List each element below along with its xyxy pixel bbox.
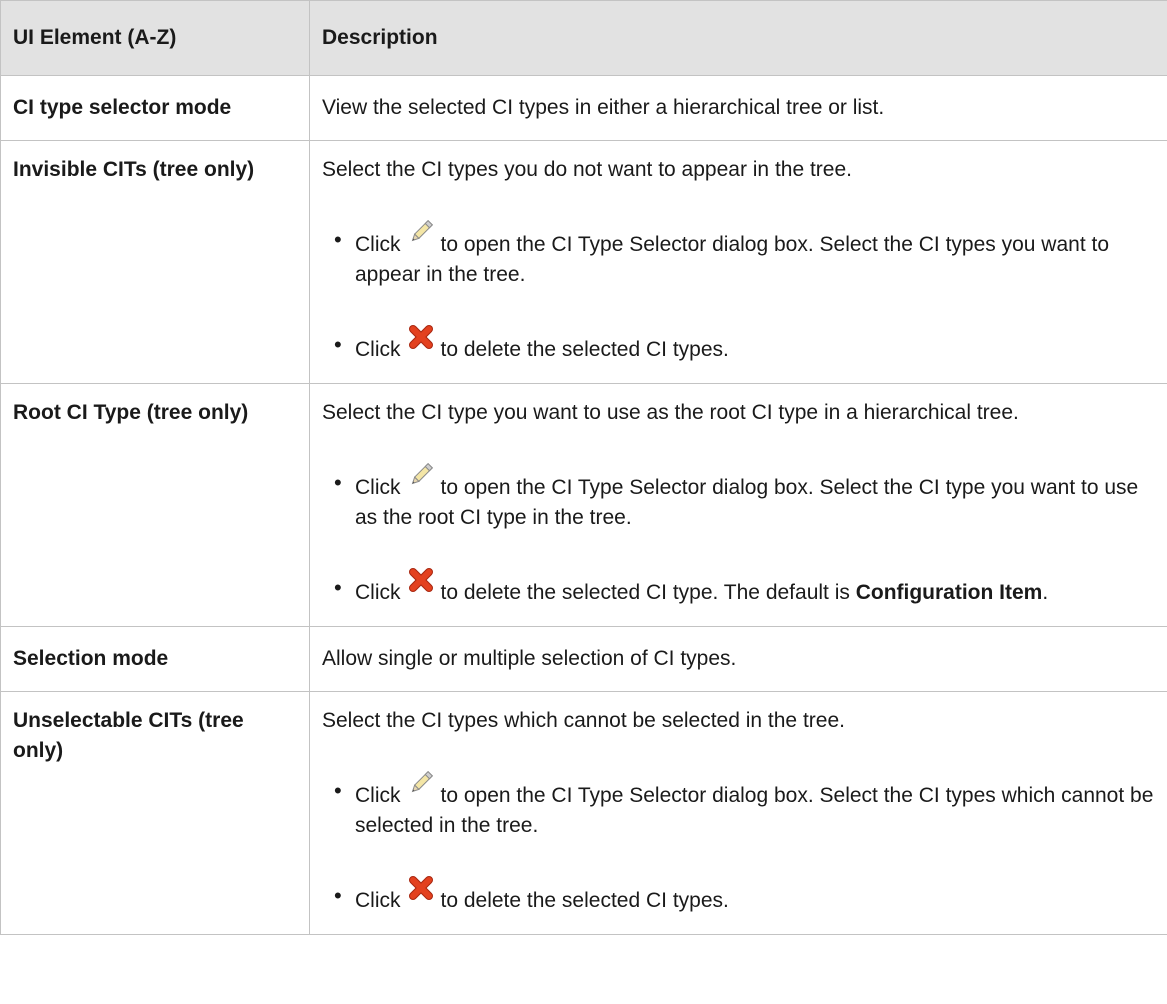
- ui-element-description: Select the CI types which cannot be sele…: [309, 691, 1167, 935]
- ui-element-description: Select the CI type you want to use as th…: [309, 383, 1167, 627]
- bullet-pre: Click: [355, 476, 401, 499]
- description-text: Select the CI types you do not want to a…: [322, 158, 852, 181]
- bullet-pre: Click: [355, 581, 401, 604]
- bullet-list: Clickto open the CI Type Selector dialog…: [322, 219, 1155, 365]
- bullet-post: to delete the selected CI types.: [440, 338, 729, 361]
- table-row: CI type selector mode View the selected …: [0, 75, 1167, 141]
- bullet-post: to open the CI Type Selector dialog box.…: [355, 233, 1110, 286]
- delete-x-icon: [407, 876, 435, 909]
- table-row: Unselectable CITs (tree only) Select the…: [0, 691, 1167, 935]
- bullet-strong: Configuration Item: [855, 581, 1043, 604]
- list-item: Click to delete the selected CI types.: [322, 876, 1155, 916]
- bullet-pre: Click: [355, 233, 401, 256]
- bullet-list: Clickto open the CI Type Selector dialog…: [322, 462, 1155, 608]
- table-row: Invisible CITs (tree only) Select the CI…: [0, 140, 1167, 384]
- bullet-list: Clickto open the CI Type Selector dialog…: [322, 770, 1155, 916]
- pencil-icon: [407, 770, 435, 804]
- list-item: Clickto open the CI Type Selector dialog…: [322, 462, 1155, 533]
- list-item: Clickto open the CI Type Selector dialog…: [322, 219, 1155, 290]
- ui-element-description: Allow single or multiple selection of CI…: [309, 626, 1167, 692]
- bullet-post: to open the CI Type Selector dialog box.…: [355, 476, 1139, 529]
- ui-element-table: UI Element (A-Z) Description CI type sel…: [0, 0, 1167, 935]
- ui-element-name: Unselectable CITs (tree only): [0, 691, 310, 935]
- bullet-pre: Click: [355, 889, 401, 912]
- pencil-icon: [407, 219, 435, 253]
- bullet-post: to open the CI Type Selector dialog box.…: [355, 784, 1154, 837]
- ui-element-description: View the selected CI types in either a h…: [309, 75, 1167, 141]
- ui-element-name: Invisible CITs (tree only): [0, 140, 310, 384]
- description-text: Select the CI type you want to use as th…: [322, 401, 1019, 424]
- pencil-icon: [407, 462, 435, 496]
- delete-x-icon: [407, 325, 435, 358]
- list-item: Click to delete the selected CI type. The…: [322, 568, 1155, 608]
- table-header-row: UI Element (A-Z) Description: [0, 0, 1167, 76]
- description-text: Allow single or multiple selection of CI…: [322, 647, 737, 670]
- table-row: Root CI Type (tree only) Select the CI t…: [0, 383, 1167, 627]
- header-ui-element: UI Element (A-Z): [0, 0, 310, 76]
- bullet-pre: Click: [355, 784, 401, 807]
- ui-element-description: Select the CI types you do not want to a…: [309, 140, 1167, 384]
- list-item: Click to delete the selected CI types.: [322, 325, 1155, 365]
- bullet-post: to delete the selected CI types.: [440, 889, 729, 912]
- list-item: Clickto open the CI Type Selector dialog…: [322, 770, 1155, 841]
- table-row: Selection mode Allow single or multiple …: [0, 626, 1167, 692]
- ui-element-name: Root CI Type (tree only): [0, 383, 310, 627]
- ui-element-name: Selection mode: [0, 626, 310, 692]
- description-text: View the selected CI types in either a h…: [322, 96, 885, 119]
- delete-x-icon: [407, 568, 435, 601]
- bullet-tail: .: [1042, 581, 1049, 604]
- bullet-pre: Click: [355, 338, 401, 361]
- bullet-post: to delete the selected CI type. The defa…: [440, 581, 856, 604]
- ui-element-name: CI type selector mode: [0, 75, 310, 141]
- header-description: Description: [309, 0, 1167, 76]
- description-text: Select the CI types which cannot be sele…: [322, 709, 845, 732]
